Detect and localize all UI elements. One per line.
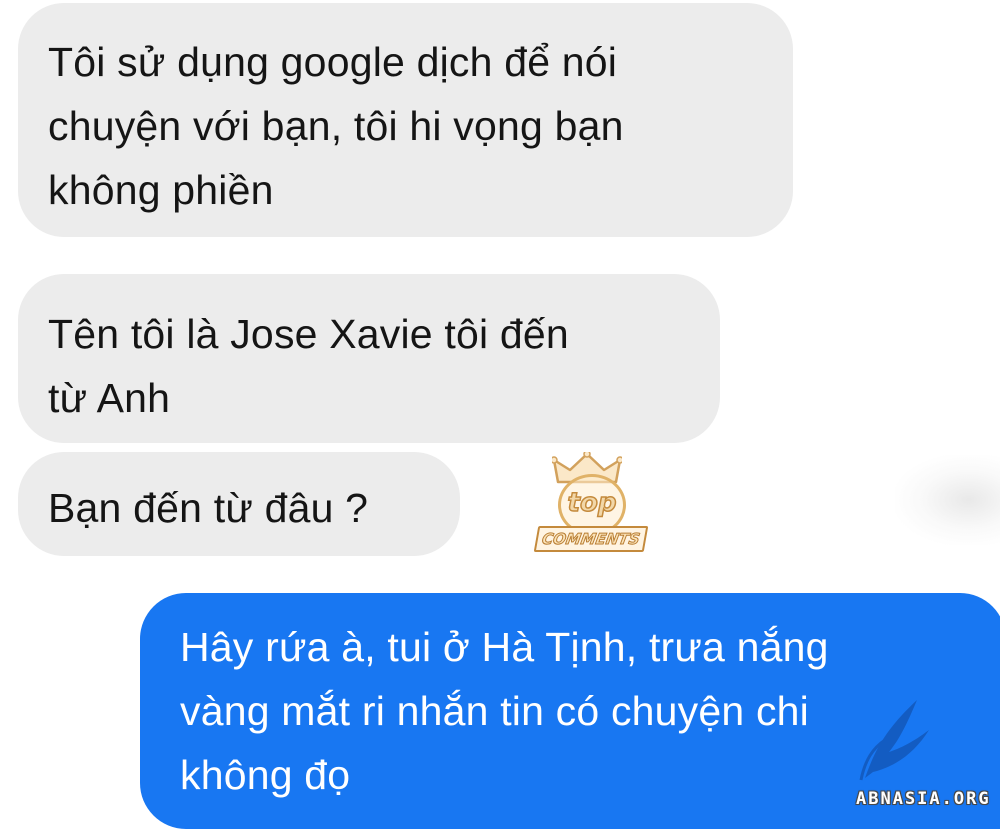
blur-smudge [895, 455, 1000, 545]
top-comments-logo: top COMMENTS [530, 452, 652, 562]
site-watermark: ABNASIA.ORG [856, 789, 991, 809]
bird-watermark-icon [859, 700, 929, 781]
logo-top-text: top [567, 487, 617, 519]
incoming-message-bubble[interactable]: Tôi sử dụng google dịch để nói chuyện vớ… [18, 3, 793, 237]
chat-conversation: Tôi sử dụng google dịch để nói chuyện vớ… [0, 0, 1000, 829]
incoming-message-bubble[interactable]: Bạn đến từ đâu ? [18, 452, 460, 556]
incoming-message-bubble[interactable]: Tên tôi là Jose Xavie tôi đến từ Anh [18, 274, 720, 443]
logo-banner-text: COMMENTS [533, 526, 649, 552]
